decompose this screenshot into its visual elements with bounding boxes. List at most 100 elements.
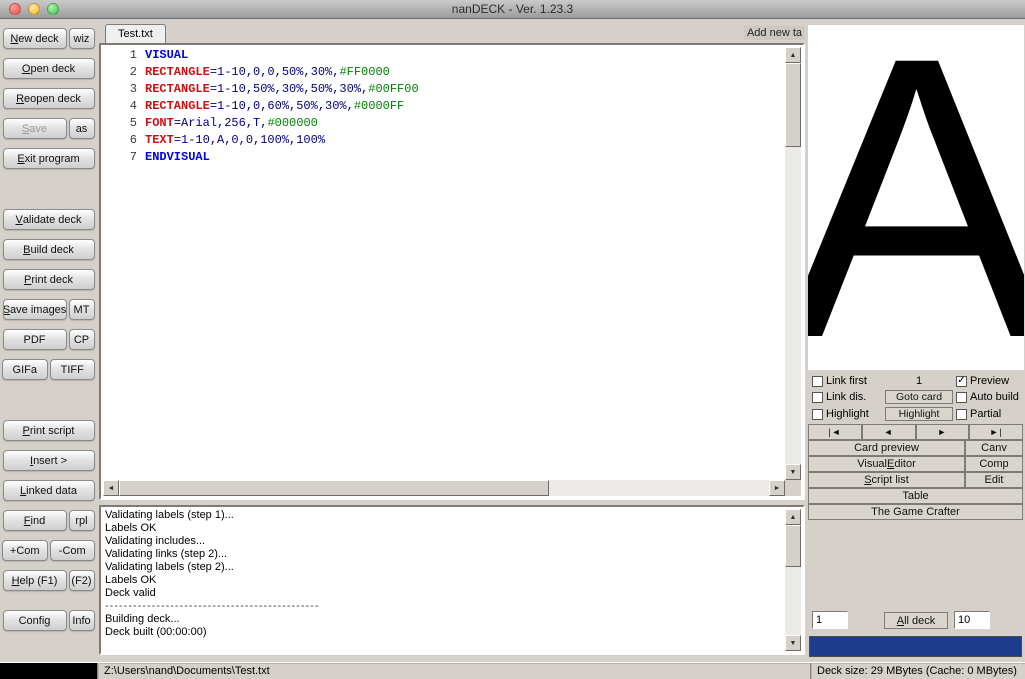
sidebar-row: Findrpl — [0, 510, 97, 531]
code-text: ENDVISUAL — [145, 150, 210, 164]
zoom-button[interactable] — [47, 3, 59, 15]
tab-test-txt[interactable]: Test.txt — [105, 24, 166, 43]
sidebar-button-as[interactable]: as — [69, 118, 95, 139]
line-number: 6 — [101, 132, 145, 149]
scroll-up-icon[interactable]: ▲ — [785, 47, 801, 63]
all-deck-button[interactable]: All deck — [884, 612, 948, 629]
editor-line: 6TEXT=1-10,A,0,0,100%,100% — [101, 132, 785, 149]
script-list-button[interactable]: Script list — [808, 472, 965, 488]
sidebar-button-validate-deck[interactable]: Validate deck — [3, 209, 95, 230]
validation-log[interactable]: Validating labels (step 1)...Labels OKVa… — [99, 505, 805, 655]
log-vscrollbar[interactable]: ▲ ▼ — [785, 509, 801, 651]
sidebar-button-tiff[interactable]: TIFF — [50, 359, 96, 380]
sidebar-button-wiz[interactable]: wiz — [69, 28, 95, 49]
checkbox-label: Highlight — [826, 408, 869, 420]
sidebar-button-save-images[interactable]: Save images — [3, 299, 67, 320]
sidebar-button-info[interactable]: Info — [69, 610, 95, 631]
goto-card-button[interactable]: Goto card — [885, 390, 953, 404]
highlight-button[interactable]: Highlight — [885, 407, 953, 421]
partial-checkbox[interactable]: Partial — [956, 408, 1022, 420]
preview-checkbox[interactable]: Preview — [956, 375, 1022, 387]
sidebar-row: Saveas — [0, 118, 97, 139]
sidebar-button-exit-program[interactable]: Exit program — [3, 148, 95, 169]
progress-fill — [810, 637, 1021, 656]
nav-last-button[interactable]: ►| — [969, 424, 1023, 440]
scroll-right-icon[interactable]: ► — [769, 480, 785, 496]
app-window: nanDECK - Ver. 1.23.3 New deckwiz Open de… — [0, 0, 1025, 679]
vscroll-thumb[interactable] — [785, 525, 801, 567]
editor-vscrollbar[interactable]: ▲ ▼ — [785, 47, 801, 480]
statusbar-corner — [0, 663, 97, 679]
the-game-crafter-button[interactable]: The Game Crafter — [808, 504, 1023, 520]
canv-button[interactable]: Canv — [965, 440, 1023, 456]
visual-editor-button[interactable]: Visual Editor — [808, 456, 965, 472]
line-number: 5 — [101, 115, 145, 132]
deck-range-controls: All deck — [812, 611, 1022, 631]
link-first-checkbox[interactable]: Link first — [812, 375, 882, 387]
sidebar-button-help-f1[interactable]: Help (F1) — [3, 570, 67, 591]
scroll-down-icon[interactable]: ▼ — [785, 464, 801, 480]
line-number: 7 — [101, 149, 145, 166]
auto-build-checkbox[interactable]: Auto build — [956, 391, 1022, 403]
checkbox-box[interactable] — [812, 409, 823, 420]
sidebar-button-save[interactable]: Save — [3, 118, 67, 139]
editor-hscrollbar[interactable]: ◄ ► — [103, 480, 785, 496]
panel-button-row: Visual EditorComp — [808, 456, 1023, 472]
sidebar-button-reopen-deck[interactable]: Reopen deck — [3, 88, 95, 109]
nav-first-button[interactable]: |◄ — [808, 424, 862, 440]
scroll-up-icon[interactable]: ▲ — [785, 509, 801, 525]
sidebar-button-pdf[interactable]: PDF — [3, 329, 67, 350]
code-text: RECTANGLE=1-10,50%,30%,50%,30%,#00FF00 — [145, 82, 419, 96]
code-text: TEXT=1-10,A,0,0,100%,100% — [145, 133, 325, 147]
edit-button[interactable]: Edit — [965, 472, 1023, 488]
sidebar-button-rpl[interactable]: rpl — [69, 510, 95, 531]
sidebar-button-config[interactable]: Config — [3, 610, 67, 631]
deck-to-input[interactable] — [954, 611, 990, 629]
window-title: nanDECK - Ver. 1.23.3 — [0, 2, 1025, 16]
progress-bar — [809, 636, 1022, 657]
checkbox-box[interactable] — [956, 376, 967, 387]
card-preview-button[interactable]: Card preview — [808, 440, 965, 456]
sidebar-button-find[interactable]: Find — [3, 510, 67, 531]
hscroll-thumb[interactable] — [119, 480, 549, 496]
sidebar-button-cp[interactable]: CP — [69, 329, 95, 350]
comp-button[interactable]: Comp — [965, 456, 1023, 472]
checkbox-box[interactable] — [956, 392, 967, 403]
sidebar: New deckwiz Open deck Reopen deck Saveas Exi… — [0, 19, 97, 662]
link-dis-checkbox[interactable]: Link dis. — [812, 391, 882, 403]
scroll-left-icon[interactable]: ◄ — [103, 480, 119, 496]
table-button[interactable]: Table — [808, 488, 1023, 504]
center-area: Test.txt Add new ta 1VISUAL2RECTANGLE=1-… — [97, 19, 807, 662]
log-line: Validating labels (step 2)... — [105, 561, 783, 574]
sidebar-button-f2[interactable]: (F2) — [69, 570, 95, 591]
sidebar-button-new-deck[interactable]: New deck — [3, 28, 67, 49]
sidebar-button-com[interactable]: +Com — [2, 540, 48, 561]
nav-prev-button[interactable]: ◄ — [862, 424, 916, 440]
scroll-down-icon[interactable]: ▼ — [785, 635, 801, 651]
checkbox-box[interactable] — [812, 376, 823, 387]
sidebar-button-linked-data[interactable]: Linked data — [3, 480, 95, 501]
close-button[interactable] — [9, 3, 21, 15]
panel-button-row: The Game Crafter — [808, 504, 1023, 520]
nav-next-button[interactable]: ► — [916, 424, 970, 440]
script-editor[interactable]: 1VISUAL2RECTANGLE=1-10,0,0,50%,30%,#FF00… — [99, 43, 805, 500]
sidebar-button-print-deck[interactable]: Print deck — [3, 269, 95, 290]
minimize-button[interactable] — [28, 3, 40, 15]
sidebar-button-mt[interactable]: MT — [69, 299, 95, 320]
checkbox-box[interactable] — [812, 392, 823, 403]
sidebar-button-com[interactable]: -Com — [50, 540, 96, 561]
sidebar-button-gifa[interactable]: GIFa — [2, 359, 48, 380]
sidebar-row: Validate deck — [0, 209, 97, 230]
tab-bar: Test.txt Add new ta — [97, 19, 807, 43]
deck-from-input[interactable] — [812, 611, 848, 629]
sidebar-button-build-deck[interactable]: Build deck — [3, 239, 95, 260]
sidebar-button-print-script[interactable]: Print script — [3, 420, 95, 441]
sidebar-button-insert[interactable]: Insert > — [3, 450, 95, 471]
vscroll-thumb[interactable] — [785, 63, 801, 147]
nav-buttons: |◄◄►►| — [808, 424, 1023, 440]
log-line: Validating includes... — [105, 535, 783, 548]
checkbox-box[interactable] — [956, 409, 967, 420]
sidebar-button-open-deck[interactable]: Open deck — [3, 58, 95, 79]
add-new-tab-button[interactable]: Add new ta — [744, 26, 805, 40]
highlight-checkbox[interactable]: Highlight — [812, 408, 882, 420]
